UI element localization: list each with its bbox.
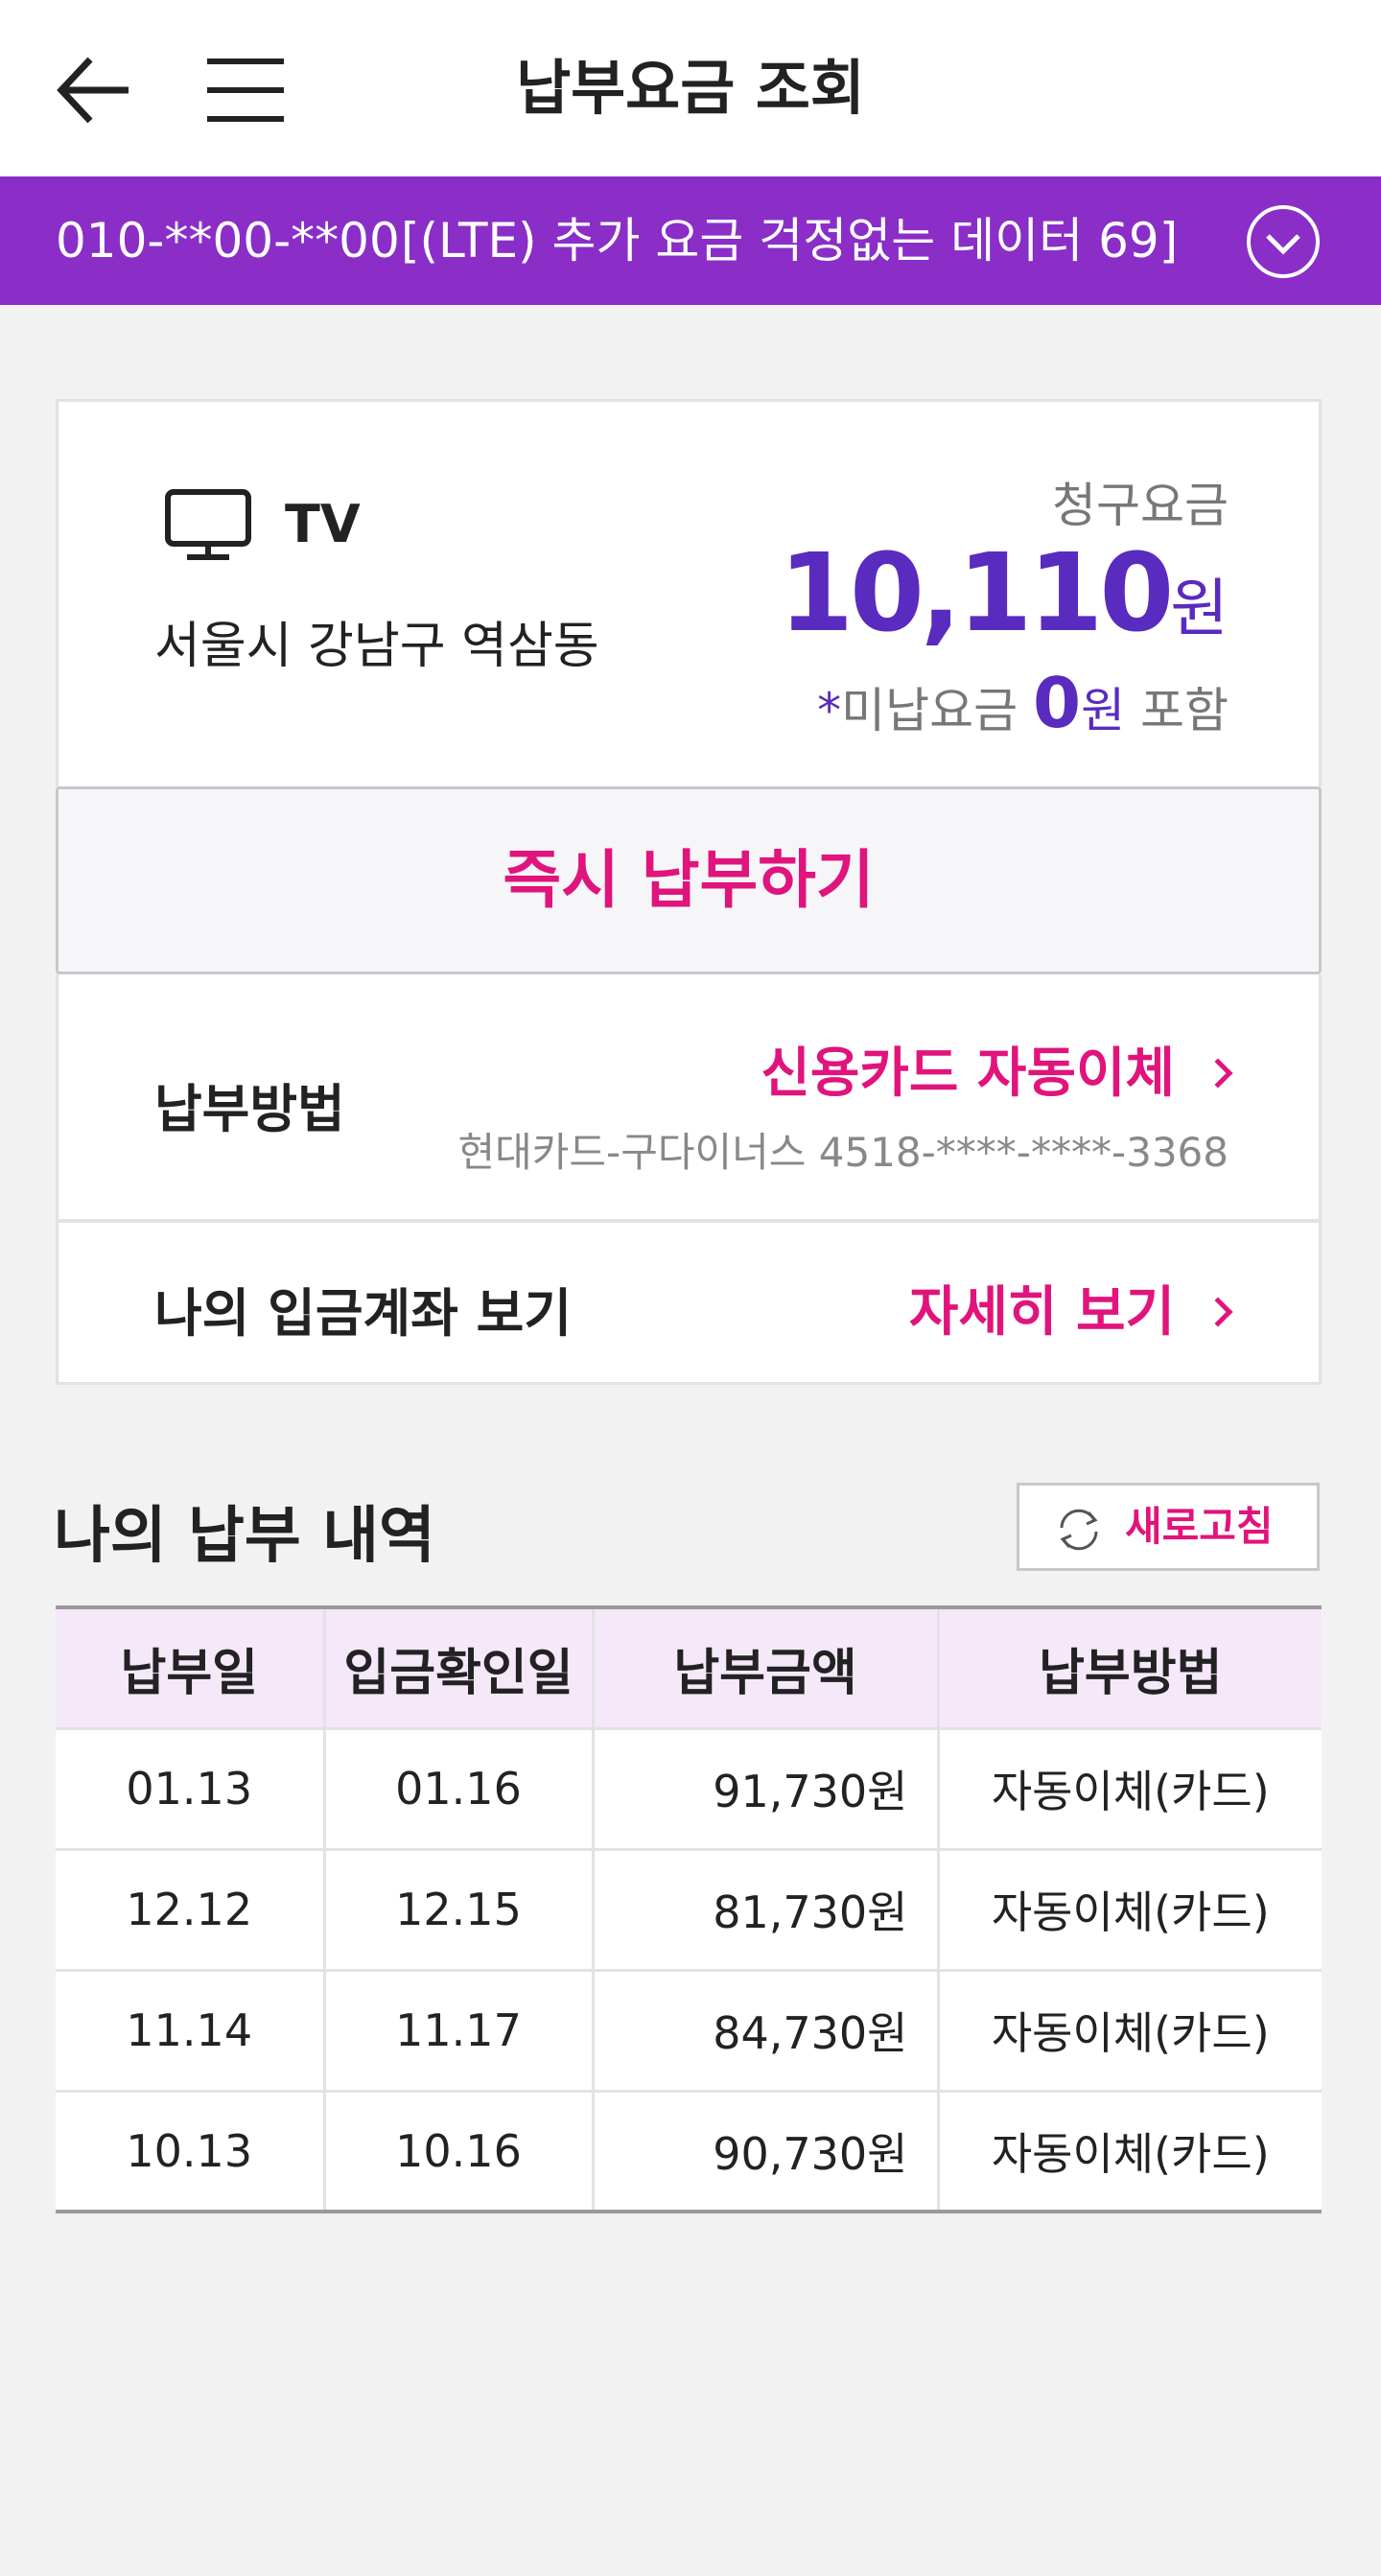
payment-method: 자동이체(카드) bbox=[938, 2091, 1322, 2213]
confirm-date: 10.16 bbox=[324, 2091, 595, 2213]
confirm-date: 11.17 bbox=[324, 1970, 595, 2093]
line-toggle-button[interactable] bbox=[1245, 203, 1322, 280]
table-row: 10.13 10.16 90,730원 자동이체(카드) bbox=[56, 2091, 1322, 2213]
column-header: 납부방법 bbox=[938, 1607, 1322, 1730]
unpaid-amount-value: 0 bbox=[1032, 663, 1082, 743]
pay-now-button[interactable]: 즉시 납부하기 bbox=[56, 786, 1322, 974]
payment-card-info: 현대카드-구다이너스 4518-****-****-3368 bbox=[457, 1129, 1229, 1176]
payment-date: 12.12 bbox=[56, 1849, 326, 1972]
unpaid-suffix: 포함 bbox=[1140, 683, 1229, 738]
service-address: 서울시 강남구 역삼동 bbox=[154, 618, 599, 675]
service-type: TV bbox=[285, 494, 361, 554]
payment-method-value: 신용카드 자동이체 bbox=[761, 1042, 1175, 1105]
unpaid-amount-note: *미납요금 0원 포함 bbox=[817, 663, 1229, 743]
table-row: 11.14 11.17 84,730원 자동이체(카드) bbox=[56, 1970, 1322, 2093]
bill-amount: 10,110원 bbox=[779, 527, 1229, 661]
payment-history-title: 나의 납부 내역 bbox=[54, 1501, 435, 1572]
payment-amount: 84,730원 bbox=[593, 1970, 940, 2093]
app-header: 납부요금 조회 bbox=[0, 0, 1381, 176]
unpaid-star: * bbox=[817, 683, 842, 738]
chevron-right-icon bbox=[1203, 1058, 1233, 1089]
table-header-row: 납부일 입금확인일 납부금액 납부방법 bbox=[56, 1607, 1322, 1730]
chevron-right-icon bbox=[1203, 1297, 1233, 1327]
payment-method: 자동이체(카드) bbox=[938, 1970, 1322, 2093]
column-header: 납부일 bbox=[56, 1607, 326, 1730]
table-row: 12.12 12.15 81,730원 자동이체(카드) bbox=[56, 1849, 1322, 1972]
view-details-link[interactable]: 자세히 보기 bbox=[908, 1269, 1233, 1347]
payment-method-card: 납부방법 신용카드 자동이체 현대카드-구다이너스 4518-****-****… bbox=[56, 974, 1322, 1222]
line-plan: [(LTE) 추가 요금 걱정없는 데이터 69] bbox=[401, 213, 1179, 269]
confirm-date: 12.15 bbox=[324, 1849, 595, 1972]
refresh-button[interactable]: 새로고침 bbox=[1017, 1483, 1320, 1571]
bill-amount-value: 10,110 bbox=[779, 531, 1174, 656]
payment-amount: 91,730원 bbox=[593, 1728, 940, 1851]
page-title: 납부요금 조회 bbox=[516, 53, 865, 123]
tv-monitor-icon bbox=[165, 489, 251, 560]
payment-date: 11.14 bbox=[56, 1970, 326, 2093]
payment-date: 01.13 bbox=[56, 1728, 326, 1851]
line-number: 010-**00-**00 bbox=[56, 213, 400, 269]
chevron-down-circle-icon bbox=[1247, 205, 1320, 278]
deposit-account-card: 나의 입금계좌 보기 자세히 보기 bbox=[56, 1220, 1322, 1385]
deposit-account-label: 나의 입금계좌 보기 bbox=[154, 1283, 573, 1344]
payment-amount: 81,730원 bbox=[593, 1849, 940, 1972]
payment-method-link[interactable]: 신용카드 자동이체 bbox=[761, 1030, 1233, 1108]
bill-amount-currency: 원 bbox=[1170, 572, 1229, 645]
line-selector[interactable]: 010-**00-**00 [(LTE) 추가 요금 걱정없는 데이터 69] bbox=[0, 176, 1381, 305]
refresh-icon bbox=[1060, 1509, 1098, 1551]
payment-date: 10.13 bbox=[56, 2091, 326, 2213]
confirm-date: 01.16 bbox=[324, 1728, 595, 1851]
column-header: 입금확인일 bbox=[324, 1607, 595, 1730]
payment-method-label: 납부방법 bbox=[154, 1079, 345, 1139]
bill-summary-card: TV 서울시 강남구 역삼동 청구요금 10,110원 *미납요금 0원 포함 bbox=[56, 399, 1322, 786]
unpaid-label: 미납요금 bbox=[841, 683, 1018, 738]
view-details-label: 자세히 보기 bbox=[908, 1281, 1175, 1344]
refresh-label: 새로고침 bbox=[1125, 1503, 1274, 1550]
payment-history-table: 납부일 입금확인일 납부금액 납부방법 01.13 01.16 91,730원 … bbox=[56, 1605, 1322, 2213]
payment-method: 자동이체(카드) bbox=[938, 1728, 1322, 1851]
payment-amount: 90,730원 bbox=[593, 2091, 940, 2213]
table-row: 01.13 01.16 91,730원 자동이체(카드) bbox=[56, 1728, 1322, 1851]
unpaid-currency: 원 bbox=[1081, 683, 1126, 738]
payment-method: 자동이체(카드) bbox=[938, 1849, 1322, 1972]
column-header: 납부금액 bbox=[593, 1607, 940, 1730]
